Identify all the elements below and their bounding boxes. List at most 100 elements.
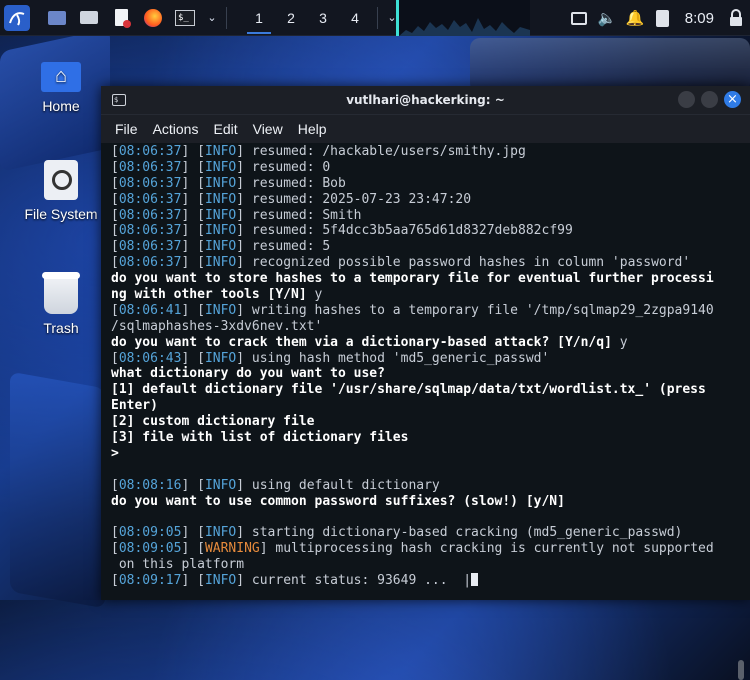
log-timestamp: 08:06:41 [118,302,182,318]
bracket: ] [236,159,245,175]
log-level: INFO [204,207,237,223]
wallpaper-key-block [10,371,105,609]
log-level: INFO [204,159,237,175]
terminal-line: ng with other tools [Y/N] y [111,287,732,303]
network-icon[interactable] [565,0,593,36]
system-tray: 🔈 🔔 8:09 [565,0,750,36]
bracket: [ [111,144,119,159]
bracket: ] [236,239,245,255]
workspace-2[interactable]: 2 [275,0,307,36]
menu-help[interactable]: Help [298,121,327,137]
terminal-window: $ vutlhari@hackerking: ~ × File Actions … [101,86,750,680]
terminal-text: /sqlmaphashes-3xdv6nev.txt' [111,318,323,334]
close-icon: × [727,92,738,107]
terminal-line: do you want to use common password suffi… [111,494,732,510]
log-level: INFO [204,239,237,255]
volume-icon[interactable]: 🔈 [593,0,621,36]
bracket: ] [ [181,223,205,239]
hard-drive-icon [44,160,78,200]
log-message: using hash method 'md5_generic_passwd' [244,350,550,366]
log-timestamp: 08:06:37 [118,159,182,175]
battery-icon[interactable] [649,0,677,36]
bracket: [ [111,477,119,493]
log-level: WARNING [204,541,260,557]
menu-edit[interactable]: Edit [213,121,237,137]
bracket: ] [236,477,245,493]
bracket: [ [111,223,119,239]
bracket: ] [ [181,191,205,207]
cpu-graph[interactable] [396,0,530,36]
kali-dragon-icon [9,11,25,26]
clock[interactable]: 8:09 [685,10,714,27]
log-level: INFO [204,175,237,191]
log-timestamp: 08:09:05 [118,541,182,557]
close-button[interactable]: × [724,91,741,108]
bracket: ] [236,255,245,271]
bracket: ] [ [181,175,205,191]
log-timestamp: 08:09:17 [118,573,182,589]
bracket: ] [ [181,255,205,271]
bracket: ] [236,144,245,159]
terminal-line: [08:06:37] [INFO] resumed: 0 [111,160,732,176]
bracket: [ [111,175,119,191]
bracket: [ [111,191,119,207]
prompt-question: do you want to use common password suffi… [111,493,565,509]
prompt-question: do you want to crack them via a dictiona… [111,334,612,350]
wallpaper-key-block [470,38,750,93]
lock-icon[interactable] [722,0,750,36]
desktop-icon-trash[interactable]: Trash [21,272,101,336]
terminal-output[interactable]: [08:06:37] [INFO] resumed: /hackable/use… [111,144,732,594]
terminal-line: do you want to store hashes to a tempora… [111,271,732,287]
log-timestamp: 08:06:37 [118,175,182,191]
minimize-button[interactable] [678,91,695,108]
notification-bell-icon[interactable]: 🔔 [621,0,649,36]
top-panel: $_ ⌄ 1 2 3 4 ⌄ 🔈 🔔 8:09 [0,0,750,36]
bracket: [ [111,159,119,175]
prompt-question: [1] default dictionary file '/usr/share/… [111,382,706,398]
menu-actions[interactable]: Actions [153,121,199,137]
desktop-icon-home[interactable]: Home [21,62,101,114]
prompt-question: Enter) [111,398,158,414]
log-level: INFO [204,255,237,271]
terminal-launcher-icon[interactable]: $_ [172,5,198,31]
menu-file[interactable]: File [115,121,138,137]
file-manager-icon[interactable] [76,5,102,31]
terminal-scrollbar[interactable] [738,660,744,680]
bracket: ] [ [181,525,205,541]
bracket: ] [236,302,245,318]
bracket: ] [ [181,144,205,159]
bracket: ] [236,175,245,191]
prompt-question: [2] custom dictionary file [111,414,315,430]
bracket: ] [ [181,159,205,175]
log-message: resumed: /hackable/users/smithy.jpg [244,144,526,159]
terminal-line: /sqlmaphashes-3xdv6nev.txt' [111,319,732,335]
bracket: [ [111,525,119,541]
terminal-line: > [111,446,732,462]
text-editor-icon[interactable] [108,5,134,31]
chevron-down-icon[interactable]: ⌄ [204,5,220,31]
log-timestamp: 08:08:16 [118,477,182,493]
log-timestamp: 08:06:37 [118,144,182,159]
desktop-icon-file-system[interactable]: File System [21,160,101,222]
workspace-4[interactable]: 4 [339,0,371,36]
desktop-icon-label: Home [42,98,80,114]
kali-menu-button[interactable] [4,4,30,31]
show-desktop-icon[interactable] [44,5,70,31]
log-level: INFO [204,144,237,159]
bracket: ] [236,573,245,589]
workspace-1[interactable]: 1 [243,0,275,36]
desktop-icon-label: File System [24,206,98,222]
workspace-3[interactable]: 3 [307,0,339,36]
bracket: ] [ [181,207,205,223]
menu-view[interactable]: View [253,121,283,137]
terminal-line: [08:09:05] [WARNING] multiprocessing has… [111,541,732,557]
window-titlebar[interactable]: $ vutlhari@hackerking: ~ × [101,86,750,115]
bracket: ] [ [181,302,205,318]
firefox-icon[interactable] [140,5,166,31]
panel-separator [377,6,378,29]
terminal-line: [3] file with list of dictionary files [111,430,732,446]
maximize-button[interactable] [701,91,718,108]
home-folder-icon [41,62,81,92]
terminal-line: [08:09:17] [INFO] current status: 93649 … [111,573,732,589]
